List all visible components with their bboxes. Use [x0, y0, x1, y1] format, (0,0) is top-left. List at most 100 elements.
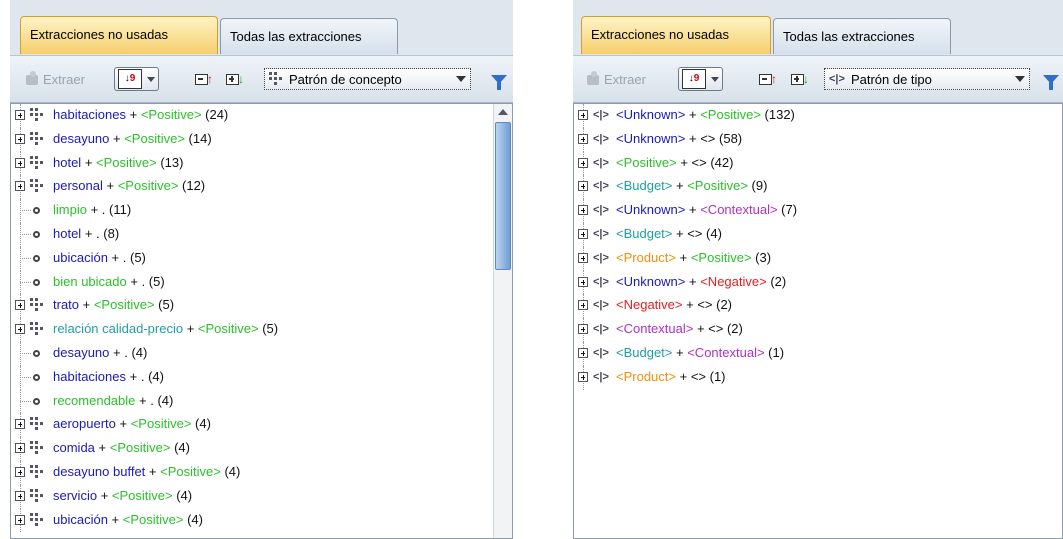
scroll-up-arrow-icon[interactable]	[494, 104, 512, 120]
tab-unused-extractions[interactable]: Extracciones no usadas	[581, 16, 771, 54]
row-label: <Unknown> + <Positive> (132)	[616, 107, 795, 122]
expand-toggle-icon[interactable]	[578, 181, 588, 192]
list-item[interactable]: <|> <Unknown> + <Positive> (132)	[574, 104, 1062, 128]
list-item[interactable]: personal + <Positive> (12)	[11, 175, 512, 200]
list-item[interactable]: limpio + . (11)	[11, 199, 512, 223]
tree-connector	[20, 352, 31, 354]
list-item[interactable]: comida + <Positive> (4)	[11, 437, 512, 461]
expand-toggle-icon[interactable]	[578, 371, 588, 382]
tab-bar: Extracciones no usadas Todas las extracc…	[573, 0, 1063, 56]
expand-toggle-icon[interactable]	[15, 133, 25, 144]
expand-toggle-icon[interactable]	[15, 157, 25, 168]
expand-toggle-icon[interactable]	[15, 300, 25, 311]
expand-toggle-icon[interactable]	[15, 110, 25, 120]
list-item[interactable]: <|> <Contextual> + <> (2)	[574, 318, 1062, 342]
row-label: habitaciones + . (4)	[53, 369, 164, 384]
expand-toggle-icon[interactable]	[15, 419, 25, 430]
list-item[interactable]: desayuno + <Positive> (14)	[11, 127, 512, 152]
list-item[interactable]: recomendable + . (4)	[11, 389, 512, 414]
row-label: <Budget> + <Contextual> (1)	[616, 345, 784, 360]
list-item[interactable]: bien ubicado + . (5)	[11, 270, 512, 295]
count-text: (42)	[706, 154, 734, 170]
list-item[interactable]: <|> <Negative> + <> (2)	[574, 294, 1062, 319]
pattern-select[interactable]: <|> Patrón de tipo	[824, 68, 1030, 90]
filter-icon[interactable]	[491, 74, 507, 90]
list-item[interactable]: <|> <Unknown> + <Negative> (2)	[574, 270, 1062, 295]
concept-text: bien ubicado	[53, 273, 127, 289]
list-item[interactable]: <|> <Unknown> + <Contextual> (7)	[574, 199, 1062, 223]
expand-toggle-icon[interactable]	[15, 181, 25, 192]
extract-button[interactable]: Extraer	[585, 56, 646, 102]
pattern-select[interactable]: Patrón de concepto	[264, 68, 471, 90]
list-item[interactable]: trato + <Positive> (5)	[11, 294, 512, 319]
tree-connector	[20, 233, 31, 235]
plus-text: +	[135, 392, 151, 408]
tree-connector	[20, 281, 31, 283]
term-icon	[33, 230, 40, 238]
expand-toggle-icon[interactable]	[15, 514, 25, 525]
list-item[interactable]: <|> <Unknown> + <> (58)	[574, 127, 1062, 152]
list-item[interactable]: aeropuerto + <Positive> (4)	[11, 413, 512, 438]
sort-icon: ↓9	[118, 69, 142, 89]
list-item[interactable]: <|> <Positive> + <> (42)	[574, 151, 1062, 176]
list-item[interactable]: <|> <Product> + <Positive> (3)	[574, 246, 1062, 271]
list-item[interactable]: <|> <Budget> + <Positive> (9)	[574, 175, 1062, 200]
expand-toggle-icon[interactable]	[578, 205, 588, 216]
list-item[interactable]: desayuno buffet + <Positive> (4)	[11, 460, 512, 485]
sort-button[interactable]: ↓9	[678, 67, 723, 91]
list-item[interactable]: habitaciones + <Positive> (24)	[11, 104, 512, 128]
extract-button[interactable]: Extraer	[24, 56, 85, 102]
tab-unused-extractions[interactable]: Extracciones no usadas	[20, 16, 218, 54]
expand-toggle-icon[interactable]	[578, 276, 588, 287]
vertical-scrollbar[interactable]	[493, 104, 512, 538]
expand-toggle-icon[interactable]	[578, 110, 588, 120]
filter-icon[interactable]	[1043, 74, 1059, 90]
expand-toggle-icon[interactable]	[578, 300, 588, 311]
list-item[interactable]: relación calidad-precio + <Positive> (5)	[11, 318, 512, 342]
expand-toggle-icon[interactable]	[578, 157, 588, 168]
expand-toggle-icon[interactable]	[578, 347, 588, 358]
list-item[interactable]: ubicación + <Positive> (4)	[11, 508, 512, 533]
list-item[interactable]: hotel + <Positive> (13)	[11, 151, 512, 176]
list-item[interactable]: hotel + . (8)	[11, 222, 512, 247]
collapse-all-button[interactable]: ↑	[759, 70, 777, 88]
tree-connector	[20, 376, 31, 378]
expand-toggle-icon[interactable]	[578, 252, 588, 263]
list-item[interactable]: servicio + <Positive> (4)	[11, 484, 512, 509]
row-label: desayuno + . (4)	[53, 345, 147, 360]
collapse-icon	[759, 73, 772, 85]
list-item[interactable]: desayuno + . (4)	[11, 341, 512, 366]
expand-all-button[interactable]: ↓	[226, 70, 244, 88]
expand-toggle-icon[interactable]	[578, 228, 588, 239]
concept-icon	[30, 131, 44, 146]
plus-text: +	[676, 249, 691, 265]
expand-toggle-icon[interactable]	[15, 466, 25, 477]
list-item[interactable]: ubicación + . (5)	[11, 246, 512, 271]
term-icon	[33, 254, 40, 262]
plus-text: +	[79, 297, 94, 313]
type-text: <Positive>	[122, 511, 184, 527]
row-label: desayuno + <Positive> (14)	[53, 131, 212, 146]
expand-toggle-icon[interactable]	[15, 490, 25, 501]
tab-all-extractions[interactable]: Todas las extracciones	[773, 18, 951, 54]
collapse-all-button[interactable]: ↑	[195, 70, 213, 88]
expand-toggle-icon[interactable]	[15, 324, 25, 335]
type-pattern-icon: <|>	[593, 156, 609, 169]
expand-toggle-icon[interactable]	[15, 443, 25, 454]
list-item[interactable]: <|> <Budget> + <> (4)	[574, 222, 1062, 247]
expand-toggle-icon[interactable]	[578, 133, 588, 144]
list-item[interactable]: habitaciones + . (4)	[11, 365, 512, 390]
row-label: trato + <Positive> (5)	[53, 297, 174, 312]
tab-all-extractions[interactable]: Todas las extracciones	[220, 18, 398, 54]
scrollbar-thumb[interactable]	[495, 122, 511, 270]
list-item[interactable]: <|> <Product> + <> (1)	[574, 365, 1062, 390]
count-text: (1)	[764, 344, 785, 360]
sort-button[interactable]: ↓9	[114, 67, 159, 91]
count-text: (5)	[130, 249, 146, 265]
expand-all-button[interactable]: ↓	[791, 70, 809, 88]
count-text: (2)	[712, 297, 733, 313]
list-item[interactable]: <|> <Budget> + <Contextual> (1)	[574, 341, 1062, 366]
type-a-text: <Positive>	[616, 154, 677, 170]
expand-toggle-icon[interactable]	[578, 324, 588, 335]
type-text: <Positive>	[111, 487, 173, 503]
